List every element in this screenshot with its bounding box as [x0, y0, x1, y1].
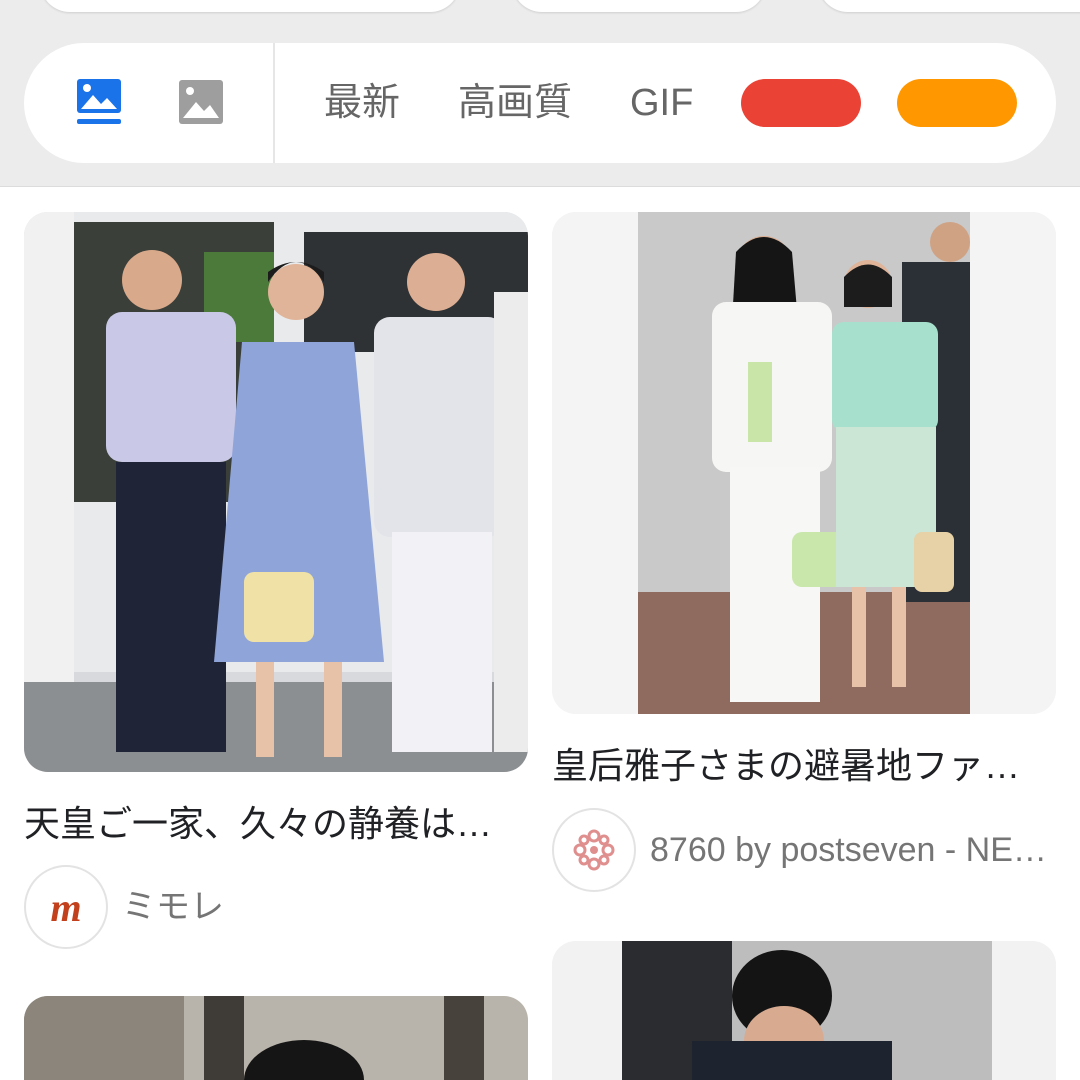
result-caption[interactable]: 天皇ご一家、久々の静養は爽やか — [24, 802, 528, 846]
filter-band: 最新 高画質 GIF — [0, 0, 1080, 187]
image-filter-icon[interactable] — [74, 77, 124, 127]
top-chip[interactable] — [818, 0, 1080, 12]
result-thumbnail[interactable] — [24, 996, 528, 1080]
result-source: m ミモレ — [24, 865, 528, 949]
filter-divider — [273, 43, 275, 163]
top-chip[interactable] — [512, 0, 766, 12]
filter-chip-gif[interactable]: GIF — [630, 81, 693, 125]
color-filter-orange[interactable] — [897, 79, 1017, 127]
result-source: 8760 by postseven - NEWSポストセブン — [552, 808, 1056, 892]
color-filter-red[interactable] — [741, 79, 861, 127]
filter-chip-high-quality[interactable]: 高画質 — [458, 81, 572, 125]
result-caption[interactable]: 皇后雅子さまの避暑地ファッション — [552, 744, 1056, 788]
filter-bar: 最新 高画質 GIF — [24, 43, 1056, 163]
favicon-text: m — [50, 884, 82, 930]
result-thumbnail[interactable] — [552, 212, 1056, 714]
source-name[interactable]: ミモレ — [122, 885, 522, 929]
image-search-page: 最新 高画質 GIF 天皇ご一家、久々の静養は爽やか m ミモレ 皇后雅子さまの… — [0, 0, 1080, 1080]
result-thumbnail[interactable] — [24, 212, 528, 772]
mimore-logo-icon[interactable]: m — [24, 865, 108, 949]
top-chip[interactable] — [40, 0, 460, 12]
flower-logo-icon[interactable] — [552, 808, 636, 892]
result-thumbnail[interactable] — [552, 941, 1056, 1080]
image-filter-icon[interactable] — [176, 77, 226, 127]
filter-chip-latest[interactable]: 最新 — [324, 81, 400, 125]
source-name[interactable]: 8760 by postseven - NEWSポストセブン — [650, 828, 1050, 872]
